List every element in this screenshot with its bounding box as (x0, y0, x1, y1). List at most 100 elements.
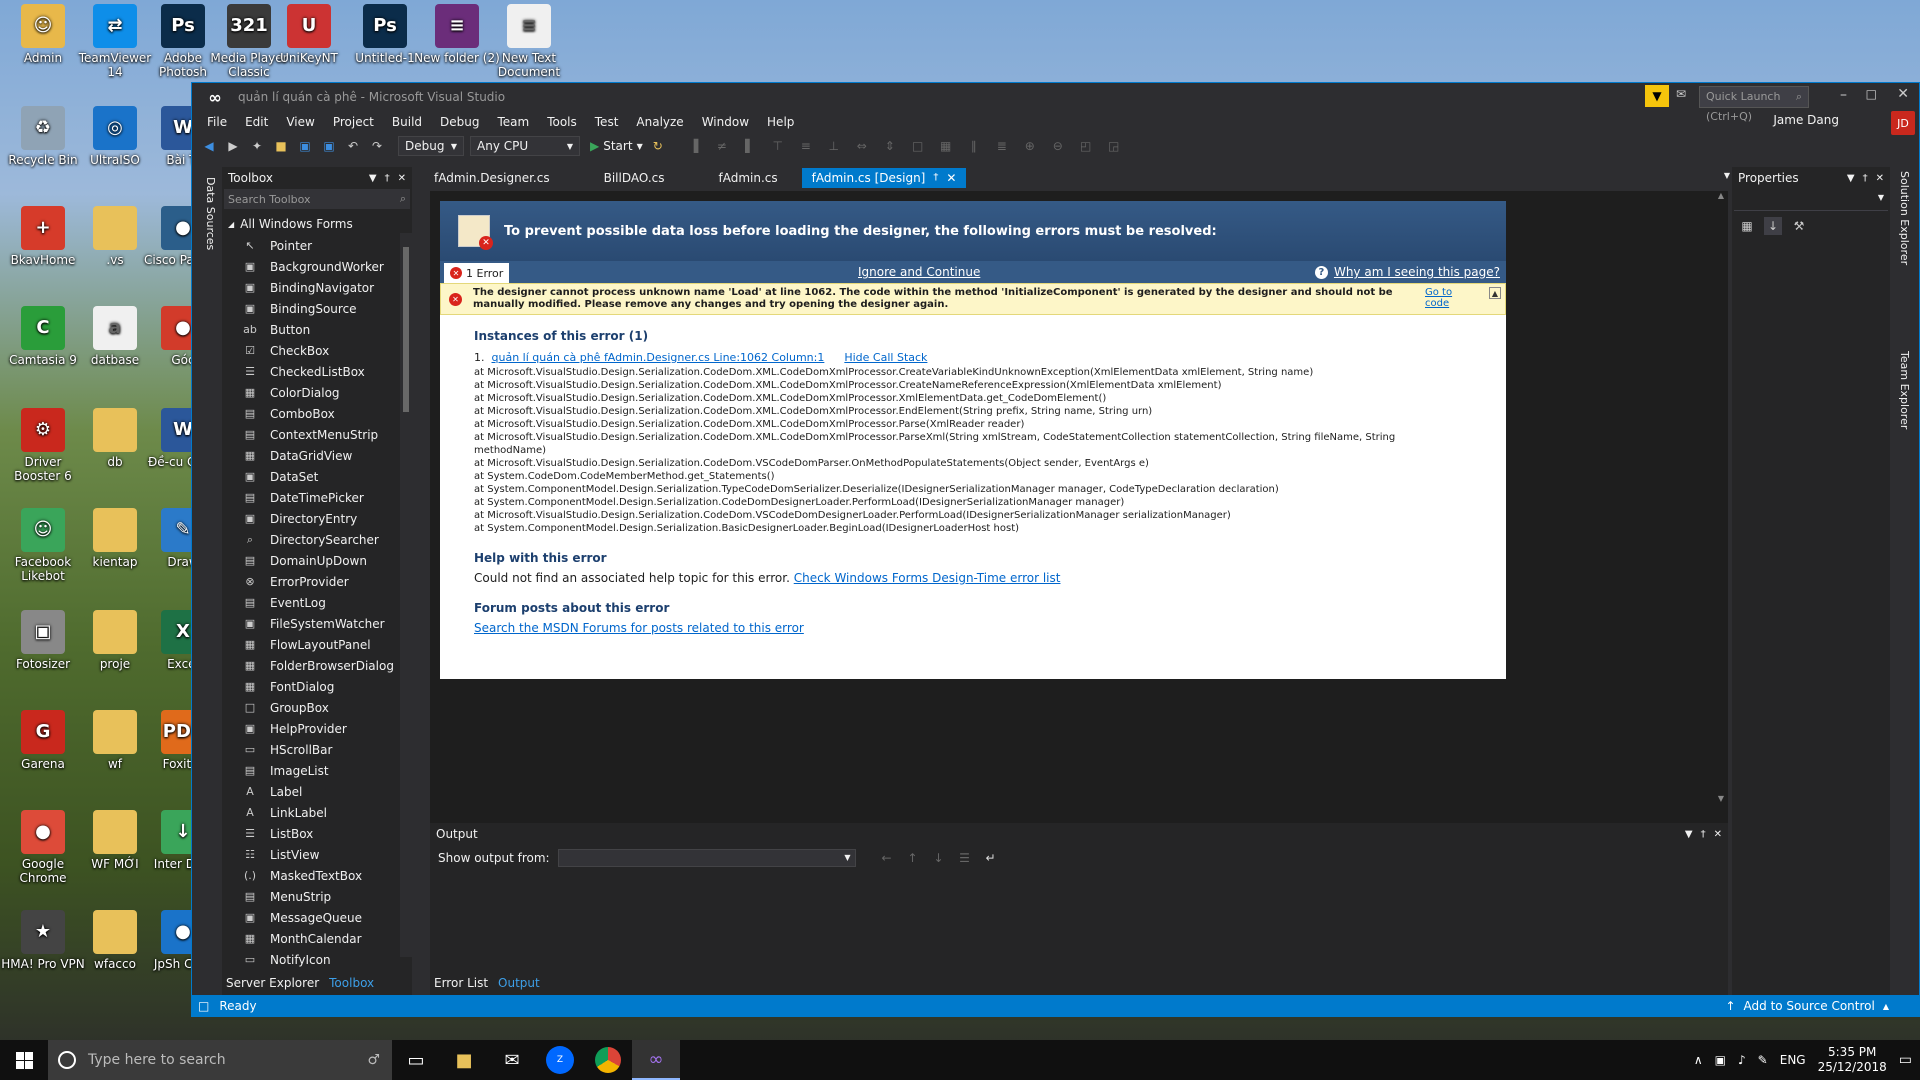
toolbox-search-input[interactable]: Search Toolbox ⌕ (224, 189, 410, 209)
center-horizontally-icon[interactable]: ⊕ (1021, 137, 1039, 155)
user-avatar[interactable]: JD (1891, 111, 1915, 135)
close-tab-icon[interactable]: ✕ (946, 168, 956, 188)
tab-fadmin-designer-cs[interactable]: fAdmin.Designer.cs (424, 168, 560, 188)
pin-icon[interactable]: † (1863, 173, 1868, 184)
toolbox-item[interactable]: ▦ FolderBrowserDialog (222, 655, 412, 676)
toolbox-scrollbar[interactable] (400, 233, 412, 957)
solution-explorer-tab[interactable]: Solution Explorer (1898, 171, 1911, 265)
dropdown-icon[interactable]: ▼ (1685, 829, 1693, 840)
scroll-down-icon[interactable]: ▼ (1714, 794, 1728, 803)
taskbar-visual-studio[interactable]: ∞ (632, 1040, 680, 1080)
align-middles-icon[interactable]: ≡ (797, 137, 815, 155)
menu-view[interactable]: View (277, 111, 323, 133)
tab-billdao-cs[interactable]: BillDAO.cs (594, 168, 675, 188)
browser-link-icon[interactable]: ↻ (649, 137, 667, 155)
properties-object-combo[interactable]: ▼ (1734, 189, 1888, 211)
size-to-grid-icon[interactable]: ▦ (937, 137, 955, 155)
toolbox-item[interactable]: ⊗ ErrorProvider (222, 571, 412, 592)
toolbox-item[interactable]: ▦ FontDialog (222, 676, 412, 697)
pin-icon[interactable]: † (933, 168, 938, 188)
msdn-forum-link[interactable]: Search the MSDN Forums for posts related… (474, 621, 1472, 635)
toolbox-item[interactable]: ▤ MenuStrip (222, 886, 412, 907)
dropdown-icon[interactable]: ▼ (369, 173, 377, 184)
error-count-tab[interactable]: ✕ 1 Error (444, 263, 510, 283)
configuration-combo[interactable]: Debug ▼ (398, 136, 464, 156)
toolbox-item[interactable]: ▤ ContextMenuStrip (222, 424, 412, 445)
close-icon[interactable]: ✕ (1876, 173, 1884, 184)
taskbar-search-box[interactable]: Type here to search ♂ (48, 1040, 392, 1080)
toolbox-item[interactable]: ☰ CheckedListBox (222, 361, 412, 382)
toolbox-item[interactable]: ▣ DirectoryEntry (222, 508, 412, 529)
next-message-icon[interactable]: ↓ (930, 849, 948, 867)
menu-window[interactable]: Window (693, 111, 758, 133)
desktop-icon[interactable]: ≡ New Text Document (486, 4, 572, 79)
toolbox-item[interactable]: ▣ BackgroundWorker (222, 256, 412, 277)
toolbox-item[interactable]: A LinkLabel (222, 802, 412, 823)
toolbox-item[interactable]: ⌕ DirectorySearcher (222, 529, 412, 550)
align-rights-icon[interactable]: ▌ (741, 137, 759, 155)
menu-tools[interactable]: Tools (538, 111, 586, 133)
send-to-back-icon[interactable]: ◲ (1105, 137, 1123, 155)
align-tops-icon[interactable]: ⊤ (769, 137, 787, 155)
designer-scrollbar[interactable]: ▲ ▼ (1714, 191, 1728, 803)
align-bottoms-icon[interactable]: ⊥ (825, 137, 843, 155)
new-project-icon[interactable]: ✦ (248, 137, 266, 155)
menu-edit[interactable]: Edit (236, 111, 277, 133)
toolbox-group-header[interactable]: ◢ All Windows Forms (222, 213, 412, 235)
toolbox-item[interactable]: ▦ ColorDialog (222, 382, 412, 403)
go-to-code-link[interactable]: Go to code (1425, 287, 1475, 309)
toolbox-item[interactable]: ▤ ImageList (222, 760, 412, 781)
redo-icon[interactable]: ↷ (368, 137, 386, 155)
tray-chevron-up-icon[interactable]: ∧ (1694, 1053, 1703, 1067)
feedback-icon[interactable]: ✉ (1676, 87, 1694, 105)
menu-debug[interactable]: Debug (431, 111, 488, 133)
toolbox-title-bar[interactable]: Toolbox ▼ † ✕ (222, 167, 412, 189)
close-icon[interactable]: ✕ (1714, 829, 1722, 840)
toolbox-item[interactable]: ▦ FlowLayoutPanel (222, 634, 412, 655)
align-lefts-icon[interactable]: ▐ (685, 137, 703, 155)
toolbox-tab[interactable]: Toolbox (329, 976, 374, 990)
toolbox-item[interactable]: ▣ FileSystemWatcher (222, 613, 412, 634)
toolbox-item[interactable]: ▦ DataGridView (222, 445, 412, 466)
clear-all-icon[interactable]: ☰ (956, 849, 974, 867)
taskbar-mail[interactable]: ✉ (488, 1040, 536, 1080)
make-same-size-icon[interactable]: □ (909, 137, 927, 155)
save-icon[interactable]: ▣ (296, 137, 314, 155)
menu-team[interactable]: Team (488, 111, 538, 133)
toolbox-item[interactable]: ☑ CheckBox (222, 340, 412, 361)
check-error-list-link[interactable]: Check Windows Forms Design-Time error li… (794, 571, 1061, 585)
pin-icon[interactable]: † (385, 173, 390, 184)
title-bar[interactable]: ∞ quản lí quán cà phê - Microsoft Visual… (192, 83, 1919, 123)
volume-icon[interactable]: ♪ (1738, 1053, 1746, 1067)
toolbox-item[interactable]: ☰ ListBox (222, 823, 412, 844)
instance-link[interactable]: quản lí quán cà phê fAdmin.Designer.cs L… (492, 351, 825, 364)
tab-overflow-icon[interactable]: ▼ (1724, 171, 1730, 180)
property-pages-icon[interactable]: ⚒ (1790, 217, 1808, 235)
task-view-button[interactable]: ▭ (392, 1040, 440, 1080)
scroll-up-icon[interactable]: ▲ (1714, 191, 1728, 200)
notifications-icon[interactable]: ▭ (1899, 1052, 1912, 1068)
close-window-button[interactable]: ✕ (1897, 86, 1909, 102)
horizontal-spacing-icon[interactable]: ∥ (965, 137, 983, 155)
error-list-tab[interactable]: Error List (434, 976, 488, 990)
align-centers-icon[interactable]: ≠ (713, 137, 731, 155)
menu-project[interactable]: Project (324, 111, 383, 133)
categorized-icon[interactable]: ▦ (1738, 217, 1756, 235)
toolbox-item[interactable]: ▣ DataSet (222, 466, 412, 487)
team-explorer-tab[interactable]: Team Explorer (1898, 351, 1911, 429)
tab-fadmin-cs[interactable]: fAdmin.cs (708, 168, 787, 188)
taskbar-file-explorer[interactable]: ■ (440, 1040, 488, 1080)
toolbox-item[interactable]: ▤ EventLog (222, 592, 412, 613)
minimize-button[interactable]: – (1840, 87, 1847, 103)
find-message-icon[interactable]: ← (878, 849, 896, 867)
toolbox-item[interactable]: ▦ MonthCalendar (222, 928, 412, 949)
menu-test[interactable]: Test (586, 111, 628, 133)
hide-call-stack-link[interactable]: Hide Call Stack (844, 351, 927, 364)
menu-build[interactable]: Build (383, 111, 431, 133)
toolbox-item[interactable]: ▤ DomainUpDown (222, 550, 412, 571)
clock[interactable]: 5:35 PM 25/12/2018 (1818, 1045, 1887, 1075)
output-source-combo[interactable]: ▼ (557, 849, 856, 867)
toolbox-item[interactable]: A Label (222, 781, 412, 802)
collapse-icon[interactable]: ▲ (1489, 287, 1501, 299)
toolbox-item[interactable]: ▤ DateTimePicker (222, 487, 412, 508)
